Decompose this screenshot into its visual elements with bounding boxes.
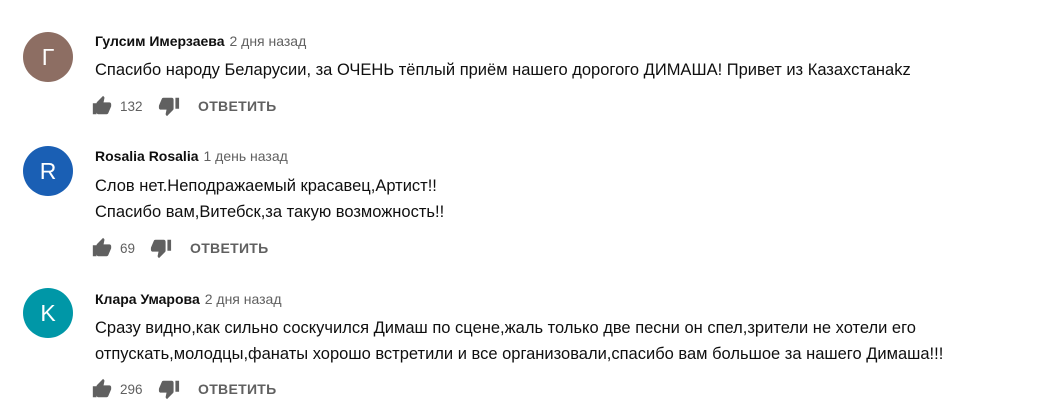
- reply-button[interactable]: ОТВЕТИТЬ: [198, 381, 277, 397]
- comment-text-line: Сразу видно,как сильно соскучился Димаш …: [95, 319, 916, 337]
- comment-actions: 296 ОТВЕТИТЬ: [91, 377, 277, 401]
- avatar[interactable]: R: [23, 146, 73, 196]
- avatar-letter: R: [39, 157, 57, 184]
- author-name[interactable]: Клара Умарова: [95, 291, 200, 307]
- comment-text: Слов нет.Неподражаемый красавец,Артист!!…: [95, 173, 444, 225]
- comment-time[interactable]: 1 день назад: [204, 148, 288, 164]
- like-count: 296: [120, 381, 143, 397]
- comment-text: Спасибо народу Беларусии, за ОЧЕНЬ тёплы…: [95, 57, 911, 83]
- comment-text-line: Слов нет.Неподражаемый красавец,Артист!!: [95, 177, 437, 195]
- thumbs-down-icon[interactable]: [158, 378, 180, 400]
- comment-text-line: Спасибо вам,Витебск,за такую возможность…: [95, 203, 445, 221]
- avatar[interactable]: Г: [23, 32, 73, 82]
- comment-actions: 69 ОТВЕТИТЬ: [91, 236, 269, 260]
- thumbs-up-icon[interactable]: [91, 95, 113, 117]
- avatar-letter: Г: [41, 43, 55, 70]
- like-count: 69: [120, 240, 136, 256]
- author-name[interactable]: Гулсим Имерзаева: [95, 33, 224, 49]
- comment-header: Гулсим Имерзаева 2 дня назад: [95, 32, 306, 50]
- comment-text-line: Спасибо народу Беларусии, за ОЧЕНЬ тёплы…: [95, 61, 911, 79]
- author-name[interactable]: Rosalia Rosalia: [95, 148, 199, 164]
- thumbs-up-icon[interactable]: [91, 237, 113, 259]
- reply-button[interactable]: ОТВЕТИТЬ: [198, 98, 277, 114]
- thumbs-down-icon[interactable]: [158, 95, 180, 117]
- thumbs-up-icon[interactable]: [91, 378, 113, 400]
- comment-header: Клара Умарова 2 дня назад: [95, 290, 282, 308]
- like-count: 132: [120, 98, 143, 114]
- comment-time[interactable]: 2 дня назад: [229, 33, 306, 49]
- comment-text: Сразу видно,как сильно соскучился Димаш …: [95, 315, 943, 367]
- thumbs-down-icon[interactable]: [150, 237, 172, 259]
- comment-time[interactable]: 2 дня назад: [205, 291, 282, 307]
- comment-actions: 132 ОТВЕТИТЬ: [91, 94, 277, 118]
- comment-text-line: отпускать,молодцы,фанаты хорошо встретил…: [95, 345, 944, 363]
- reply-button[interactable]: ОТВЕТИТЬ: [190, 240, 269, 256]
- avatar-letter: K: [40, 299, 56, 326]
- comment-header: Rosalia Rosalia 1 день назад: [95, 147, 288, 165]
- avatar[interactable]: K: [23, 288, 73, 338]
